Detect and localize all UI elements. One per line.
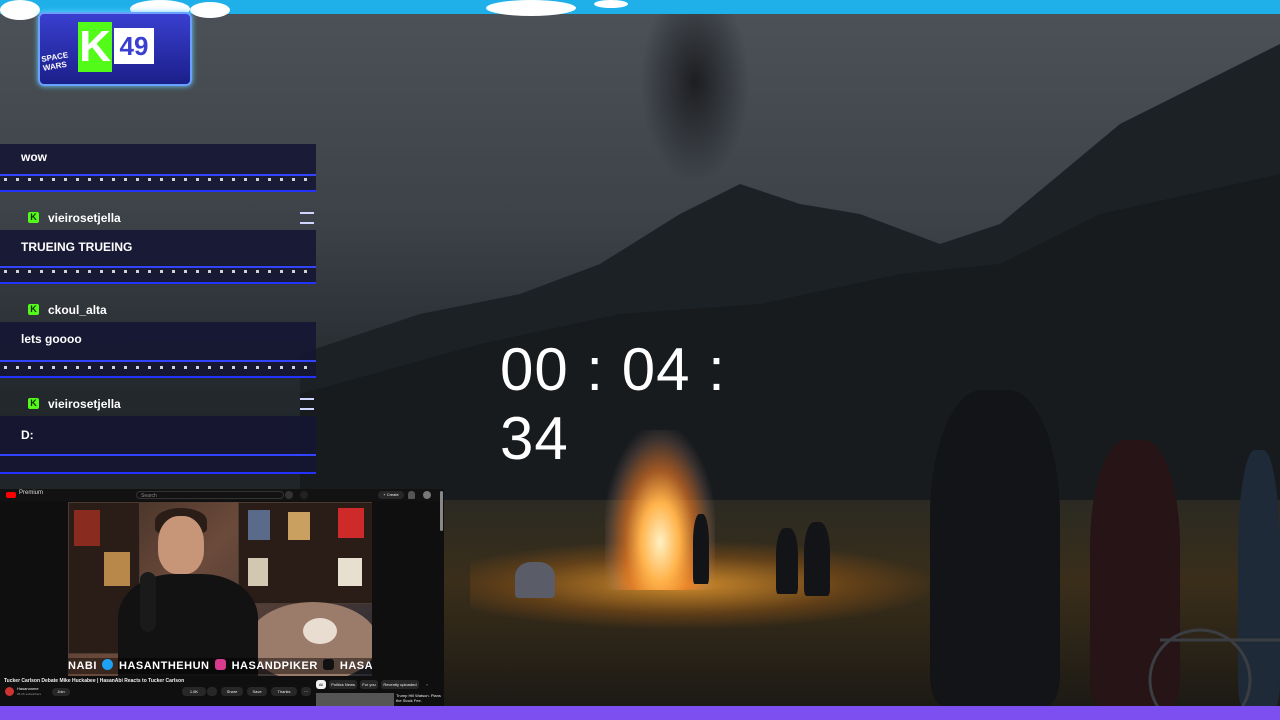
chat-dots: [4, 178, 312, 181]
chat-lane-line: [0, 454, 316, 456]
logo-number: 49: [114, 28, 154, 64]
social-handles-banner: NABI HASANTHEHUN HASANDPIKER HASANDPIKER: [68, 658, 372, 674]
chat-user-row: K ckoul_alta: [0, 298, 316, 322]
bell-icon[interactable]: [408, 491, 415, 499]
banner-handle: HASANDPIKER: [231, 660, 318, 672]
streamer-head: [158, 516, 204, 574]
chat-username: vieirosetjella: [48, 397, 121, 411]
youtube-header: Premium Search + Create: [0, 489, 444, 501]
chat-message-text: D:: [21, 428, 34, 442]
chat-message: D:: [0, 416, 316, 474]
create-button[interactable]: + Create: [378, 491, 404, 499]
poster: [338, 508, 364, 538]
youtube-video-title: Tucker Carlson Debate Mike Huckabee | Ha…: [4, 678, 185, 684]
banner-handle: HASANDPIKER: [339, 660, 372, 672]
chat-lane-line: [0, 266, 316, 268]
channel-subscribers: 95.2K subscribers: [17, 692, 42, 696]
youtube-logo-icon[interactable]: [6, 492, 16, 498]
chat-dots: [4, 270, 312, 273]
space-wars-logo: SPACE WARS K 49: [38, 12, 192, 86]
kick-badge-icon: K: [28, 212, 39, 223]
like-button[interactable]: 1.6K: [182, 687, 206, 696]
chevron-right-icon[interactable]: ›: [423, 680, 431, 689]
poster: [248, 510, 270, 540]
tiktok-icon: [323, 659, 335, 670]
chat-user-row: K vieirosetjella: [0, 206, 316, 230]
microphone-icon: [140, 572, 156, 632]
chat-message-text: lets goooo: [21, 332, 82, 346]
youtube-search-input[interactable]: Search: [136, 491, 284, 499]
chat-overlay: wow K vieirosetjella TRUEING TRUEING K c…: [0, 144, 316, 474]
poster: [338, 558, 362, 586]
chip-all[interactable]: All: [316, 680, 326, 689]
chat-dots: [4, 366, 312, 369]
dislike-button[interactable]: [207, 687, 217, 696]
silhouette-figure: [930, 390, 1060, 706]
silhouette-figure: [693, 514, 709, 584]
mic-icon[interactable]: [300, 491, 308, 499]
poster: [288, 512, 310, 540]
silhouette-figure: [515, 562, 555, 598]
stream-scene: SPACE WARS K 49 wow K vieirosetjella TRU…: [0, 0, 1280, 720]
bottom-overlay-bar: [0, 706, 1280, 720]
banner-handle: HASANTHEHUN: [119, 660, 210, 672]
poster: [248, 558, 268, 586]
youtube-window: Premium Search + Create NABI HASANTHEHUN…: [0, 489, 444, 706]
spaceship-icon: [300, 212, 314, 224]
cloud-decoration: [0, 0, 40, 20]
account-avatar[interactable]: [423, 491, 431, 499]
chat-user-row: K vieirosetjella: [0, 392, 316, 416]
kick-badge-icon: K: [28, 398, 39, 409]
chat-username: vieirosetjella: [48, 211, 121, 225]
chip-for-you[interactable]: For you: [360, 680, 378, 689]
poster: [74, 510, 100, 546]
countdown-timer: 00 : 04 : 34: [500, 336, 726, 472]
youtube-video-player[interactable]: NABI HASANTHEHUN HASANDPIKER HASANDPIKER: [68, 502, 372, 676]
share-button[interactable]: Share: [221, 687, 243, 696]
kick-badge-icon: K: [28, 304, 39, 315]
banner-handle: NABI: [68, 660, 97, 672]
search-icon[interactable]: [285, 491, 293, 499]
save-button[interactable]: Save: [247, 687, 267, 696]
chat-message: wow: [0, 144, 316, 192]
chip-recently-uploaded[interactable]: Recently uploaded: [381, 680, 419, 689]
scrollbar[interactable]: [440, 491, 443, 531]
chip-politics-news[interactable]: Politics News: [329, 680, 357, 689]
chat-lane-line: [0, 174, 316, 176]
chat-message-text: TRUEING TRUEING: [21, 240, 133, 254]
logo-k-letter: K: [78, 22, 112, 72]
twitter-icon: [102, 659, 114, 670]
jolly-roger-icon: [303, 618, 337, 644]
silhouette-figure: [804, 522, 830, 596]
silhouette-figure: [776, 528, 798, 594]
thanks-button[interactable]: Thanks: [271, 687, 297, 696]
cloud-decoration: [594, 0, 628, 8]
recommended-title[interactable]: Trump Hill Watson. Plans the Stock Fee.: [396, 693, 442, 703]
chat-lane-line: [0, 360, 316, 362]
channel-name[interactable]: Hasanonme: [17, 686, 39, 691]
logo-side-text: SPACE WARS: [40, 50, 69, 73]
smoke-plume: [640, 14, 750, 184]
instagram-icon: [215, 659, 227, 670]
chat-username: ckoul_alta: [48, 303, 107, 317]
cloud-decoration: [486, 0, 576, 16]
spaceship-icon: [300, 398, 314, 410]
cloud-decoration: [190, 2, 230, 18]
recommended-thumbnail[interactable]: [316, 693, 394, 706]
channel-avatar[interactable]: [5, 687, 14, 696]
bicycle: [1148, 628, 1280, 706]
join-button[interactable]: Join: [52, 688, 70, 696]
youtube-premium-label: Premium: [19, 490, 44, 496]
chat-message-text: wow: [21, 150, 47, 164]
chat-message: TRUEING TRUEING: [0, 230, 316, 284]
more-options-icon[interactable]: ⋯: [301, 687, 311, 696]
chat-message: lets goooo: [0, 322, 316, 378]
poster: [104, 552, 130, 586]
